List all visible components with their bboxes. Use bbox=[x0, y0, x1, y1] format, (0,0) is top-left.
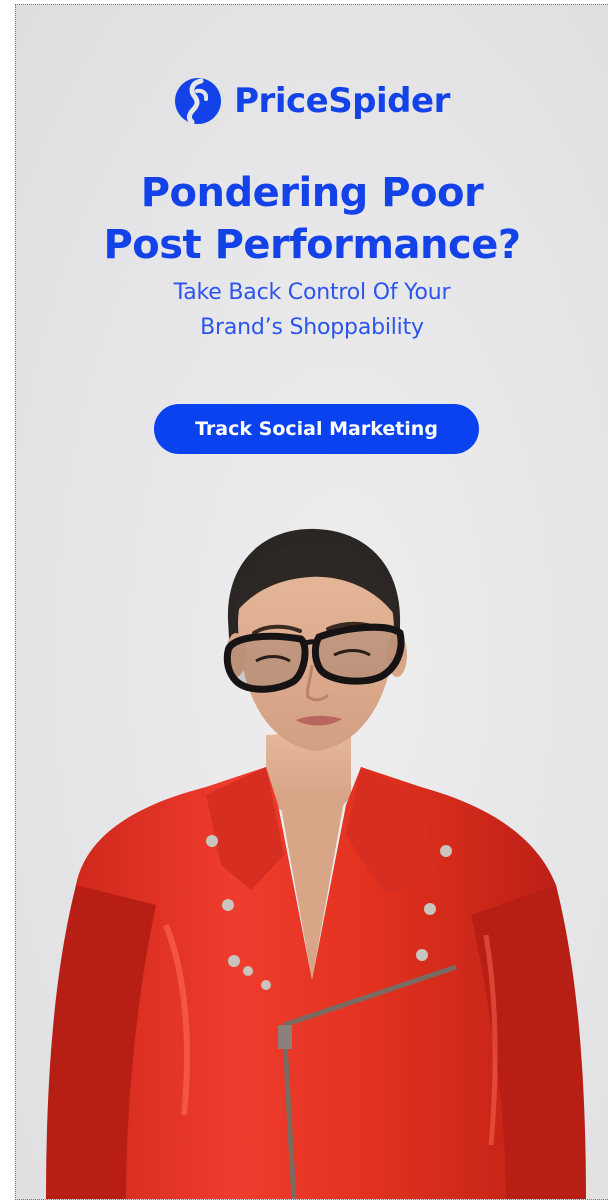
brand-header: PriceSpider bbox=[16, 77, 608, 125]
ad-banner[interactable]: PriceSpider Pondering Poor Post Performa… bbox=[15, 4, 608, 1200]
track-social-marketing-button[interactable]: Track Social Marketing bbox=[154, 404, 479, 454]
subheadline: Take Back Control Of Your Brand’s Shoppa… bbox=[16, 275, 608, 345]
headline-line-1: Pondering Poor bbox=[140, 170, 484, 216]
subheadline-line-1: Take Back Control Of Your bbox=[173, 280, 451, 305]
pricespider-logo-icon bbox=[175, 78, 222, 125]
woman-in-red-jacket-photo bbox=[46, 528, 586, 1199]
subheadline-line-2: Brand’s Shoppability bbox=[200, 315, 424, 340]
headline-line-2: Post Performance? bbox=[103, 222, 521, 268]
brand-name: PriceSpider bbox=[234, 81, 450, 121]
headline: Pondering Poor Post Performance? bbox=[16, 167, 608, 271]
